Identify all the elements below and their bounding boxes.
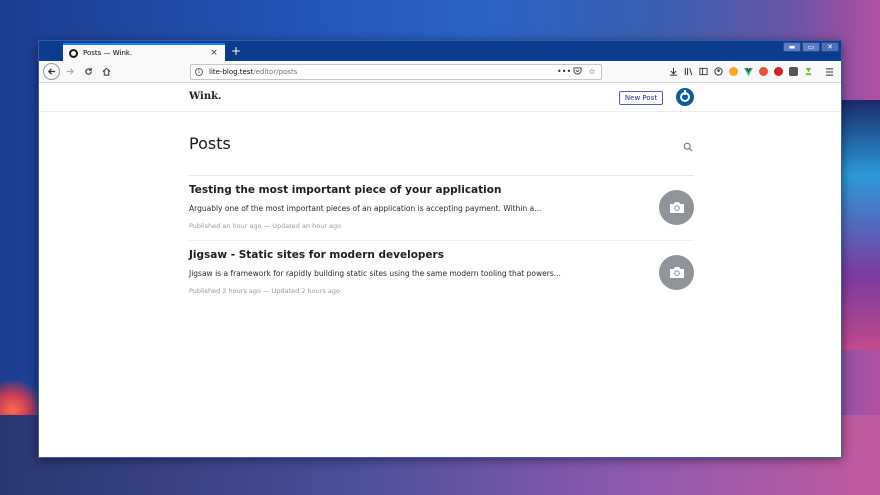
library-icon[interactable] (682, 66, 694, 78)
new-post-button[interactable]: New Post (619, 91, 663, 105)
menu-icon[interactable] (823, 66, 835, 78)
globe-icon (69, 48, 78, 58)
page-content: Wink. New Post Posts Testing the most im… (39, 83, 841, 457)
arrow-right-icon (66, 68, 74, 75)
page-actions-icon[interactable]: ••• (557, 67, 571, 76)
reload-icon (84, 67, 92, 75)
ublock-icon[interactable] (757, 66, 769, 78)
close-tab-icon[interactable]: × (209, 48, 219, 58)
vue-icon[interactable] (742, 66, 754, 78)
featured-image-placeholder[interactable] (659, 190, 694, 225)
navigation-toolbar: i lite-blog.test /editor/posts ••• ☆ (39, 61, 841, 83)
downloader-icon[interactable] (802, 66, 814, 78)
url-path: /editor/posts (253, 67, 298, 76)
home-button[interactable] (98, 64, 114, 80)
forward-button[interactable] (62, 64, 78, 80)
sidebar-icon[interactable] (697, 66, 709, 78)
page-title: Posts (189, 134, 231, 153)
list-item[interactable]: Jigsaw - Static sites for modern develop… (189, 241, 694, 306)
back-button[interactable] (43, 63, 60, 80)
db-icon[interactable] (787, 66, 799, 78)
logo[interactable]: Wink. (189, 91, 222, 102)
background-glow-right (840, 100, 880, 350)
toolbar-right (667, 66, 837, 78)
avatar[interactable] (676, 88, 694, 106)
lastpass-icon[interactable] (772, 66, 784, 78)
search-icon[interactable] (683, 137, 695, 152)
honey-icon[interactable] (727, 66, 739, 78)
bookmark-star-icon[interactable]: ☆ (587, 67, 597, 76)
minimize-button[interactable]: ▬ (783, 42, 801, 52)
featured-image-placeholder[interactable] (659, 255, 694, 290)
post-list: Testing the most important piece of your… (189, 175, 694, 306)
pocket-icon[interactable] (572, 66, 582, 77)
tab-posts[interactable]: Posts — Wink. × (63, 43, 225, 61)
tab-strip: Posts — Wink. × + ▬ ▭ ✕ (39, 41, 841, 61)
list-item[interactable]: Testing the most important piece of your… (189, 176, 694, 241)
info-icon[interactable]: i (195, 67, 203, 76)
close-window-button[interactable]: ✕ (821, 42, 839, 52)
browser-window: Posts — Wink. × + ▬ ▭ ✕ i lite-blog.test… (38, 40, 842, 458)
post-meta: Published an hour ago — Updated an hour … (189, 222, 342, 230)
url-host: lite-blog.test (209, 67, 254, 76)
post-title[interactable]: Jigsaw - Static sites for modern develop… (189, 249, 444, 261)
home-icon (102, 67, 110, 76)
post-title[interactable]: Testing the most important piece of your… (189, 184, 501, 196)
arrow-left-icon (47, 68, 56, 75)
post-excerpt: Arguably one of the most important piece… (189, 204, 542, 213)
post-meta: Published 2 hours ago — Updated 2 hours … (189, 287, 340, 295)
window-controls: ▬ ▭ ✕ (783, 42, 839, 52)
tab-title: Posts — Wink. (83, 49, 133, 57)
post-excerpt: Jigsaw is a framework for rapidly buildi… (189, 269, 561, 278)
camera-icon (669, 202, 684, 213)
app-header: Wink. New Post (39, 83, 841, 112)
power-icon (680, 90, 690, 102)
camera-icon (669, 267, 684, 278)
account-icon[interactable] (712, 66, 724, 78)
reload-button[interactable] (80, 64, 96, 80)
download-icon[interactable] (667, 66, 679, 78)
new-tab-button[interactable]: + (229, 43, 243, 59)
maximize-button[interactable]: ▭ (802, 42, 820, 52)
address-bar[interactable]: i lite-blog.test /editor/posts ••• ☆ (190, 63, 602, 80)
